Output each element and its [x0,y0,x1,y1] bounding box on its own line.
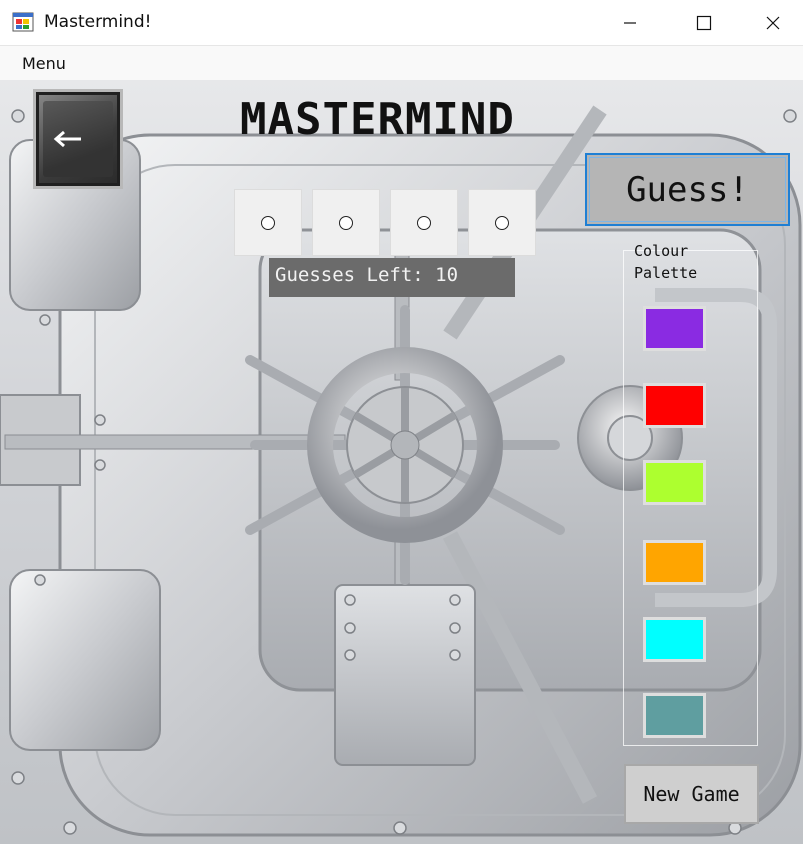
code-slot[interactable] [390,189,458,256]
left-arrow-icon [53,130,81,148]
slot-radio[interactable] [495,215,509,230]
palette-swatch-orange[interactable] [643,540,706,585]
new-game-button[interactable]: New Game [624,764,759,824]
code-slot[interactable] [312,189,380,256]
slot-radio[interactable] [339,215,353,230]
slot-radio[interactable] [417,215,431,230]
maximize-button[interactable] [674,0,734,45]
palette-swatch-purple[interactable] [643,306,706,351]
code-slot[interactable] [468,189,536,256]
palette-swatch-cyan[interactable] [643,617,706,662]
winforms-app-icon [12,12,34,32]
title-bar: Mastermind! [0,0,803,45]
game-canvas: MASTERMIND Guess! Guesses Left: 10 Colou… [0,80,803,844]
palette-swatch-green[interactable] [643,460,706,505]
palette-swatch-red[interactable] [643,383,706,428]
close-button[interactable] [743,0,803,45]
code-slot[interactable] [234,189,302,256]
game-title: MASTERMIND [240,94,515,145]
window-title: Mastermind! [44,12,152,32]
guesses-left-label: Guesses Left: 10 [269,258,515,297]
back-button[interactable] [33,89,123,189]
menu-item-menu[interactable]: Menu [22,54,66,73]
maximize-icon [696,15,712,30]
minimize-button[interactable] [600,0,660,45]
colour-palette-title: Colour Palette [634,242,698,282]
close-icon [766,16,780,29]
palette-swatch-teal[interactable] [643,693,706,738]
slot-radio[interactable] [261,215,275,230]
guess-button[interactable]: Guess! [585,153,790,226]
minimize-icon [624,21,636,24]
back-key-face [43,101,113,177]
menu-bar: Menu [0,45,803,80]
